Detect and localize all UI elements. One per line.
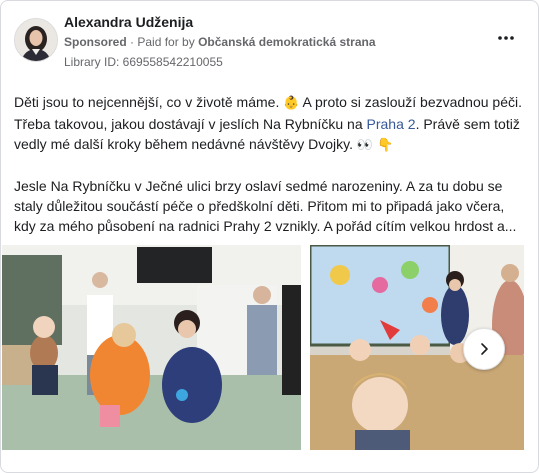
paid-for-prefix: Paid for by (137, 35, 195, 49)
author-avatar[interactable] (14, 18, 58, 62)
chevron-right-icon (481, 343, 488, 355)
pointing-down-emoji-icon: 👇 (376, 138, 394, 153)
nursery-photo-1 (2, 245, 301, 450)
baby-emoji-icon: 👶 (283, 96, 300, 111)
more-horizontal-icon (498, 36, 514, 40)
sponsored-label: Sponsored (64, 35, 127, 49)
more-options-button[interactable] (496, 31, 516, 43)
author-name[interactable]: Alexandra Udženija (64, 14, 193, 30)
eyes-emoji-icon: 👀 (356, 138, 374, 153)
library-id: Library ID: 669558542210055 (64, 55, 223, 69)
post-paragraph-1: Děti jsou to nejcennější, co v životě má… (14, 94, 523, 153)
carousel-image-1[interactable] (2, 245, 301, 450)
avatar-photo (15, 19, 57, 61)
post-paragraph-2: Jesle Na Rybníčku v Ječné ulici brzy osl… (14, 178, 517, 234)
sponsored-line: Sponsored · Paid for by Občanská demokra… (64, 35, 376, 49)
ad-post-card: Alexandra Udženija Sponsored · Paid for … (0, 0, 539, 473)
hashtag-link-praha2[interactable]: Praha 2 (367, 116, 416, 132)
paid-for-by-name[interactable]: Občanská demokratická strana (198, 35, 375, 49)
carousel-next-button[interactable] (463, 328, 505, 370)
post-text: Děti jsou to nejcennější, co v životě má… (14, 92, 529, 236)
